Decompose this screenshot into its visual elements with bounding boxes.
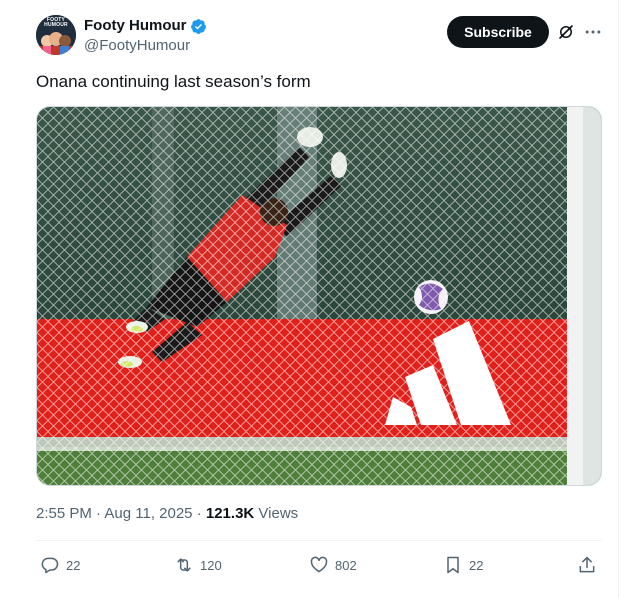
reply-icon — [41, 557, 59, 574]
avatar-logo-text: FOOTY HUMOUR — [44, 17, 68, 28]
divider — [36, 540, 602, 541]
meta-separator-2: · — [196, 505, 202, 522]
reply-button[interactable]: 22 — [40, 554, 80, 576]
tweet-card: FOOTY HUMOUR Footy Humour @FootyHumour S… — [0, 0, 619, 598]
views-label: Views — [258, 505, 299, 522]
like-button[interactable]: 802 — [309, 554, 357, 576]
author-display-name[interactable]: Footy Humour — [84, 16, 187, 36]
meta-separator: · — [96, 505, 102, 522]
bookmark-count: 22 — [469, 557, 484, 573]
verified-badge-icon — [190, 18, 206, 34]
views-count: 121.3K — [205, 505, 255, 522]
author-name[interactable]: Footy Humour — [84, 16, 207, 36]
share-button[interactable] — [577, 554, 597, 576]
goalkeeper-photo — [37, 107, 601, 485]
repost-count: 120 — [200, 557, 222, 573]
bookmark-icon — [447, 556, 459, 574]
subscribe-button[interactable]: Subscribe — [447, 16, 549, 48]
tweet-media-photo[interactable] — [36, 106, 602, 486]
tweet-text: Onana continuing last season’s form — [36, 72, 311, 91]
like-count: 802 — [335, 557, 357, 573]
reply-count: 22 — [66, 557, 81, 573]
avatar[interactable]: FOOTY HUMOUR — [36, 15, 76, 55]
repost-icon — [177, 558, 191, 572]
heart-icon — [310, 556, 328, 573]
tweet-time[interactable]: 2:55 PM — [36, 505, 92, 522]
grok-icon[interactable] — [557, 23, 575, 41]
author-handle[interactable]: @FootyHumour — [84, 36, 190, 56]
bookmark-button[interactable]: 22 — [443, 554, 483, 576]
repost-button[interactable]: 120 — [174, 554, 222, 576]
share-icon — [579, 556, 595, 573]
tweet-meta: 2:55 PM · Aug 11, 2025 · 121.3K Views — [36, 504, 298, 524]
more-options-icon[interactable] — [583, 22, 603, 42]
tweet-date[interactable]: Aug 11, 2025 — [104, 505, 192, 522]
